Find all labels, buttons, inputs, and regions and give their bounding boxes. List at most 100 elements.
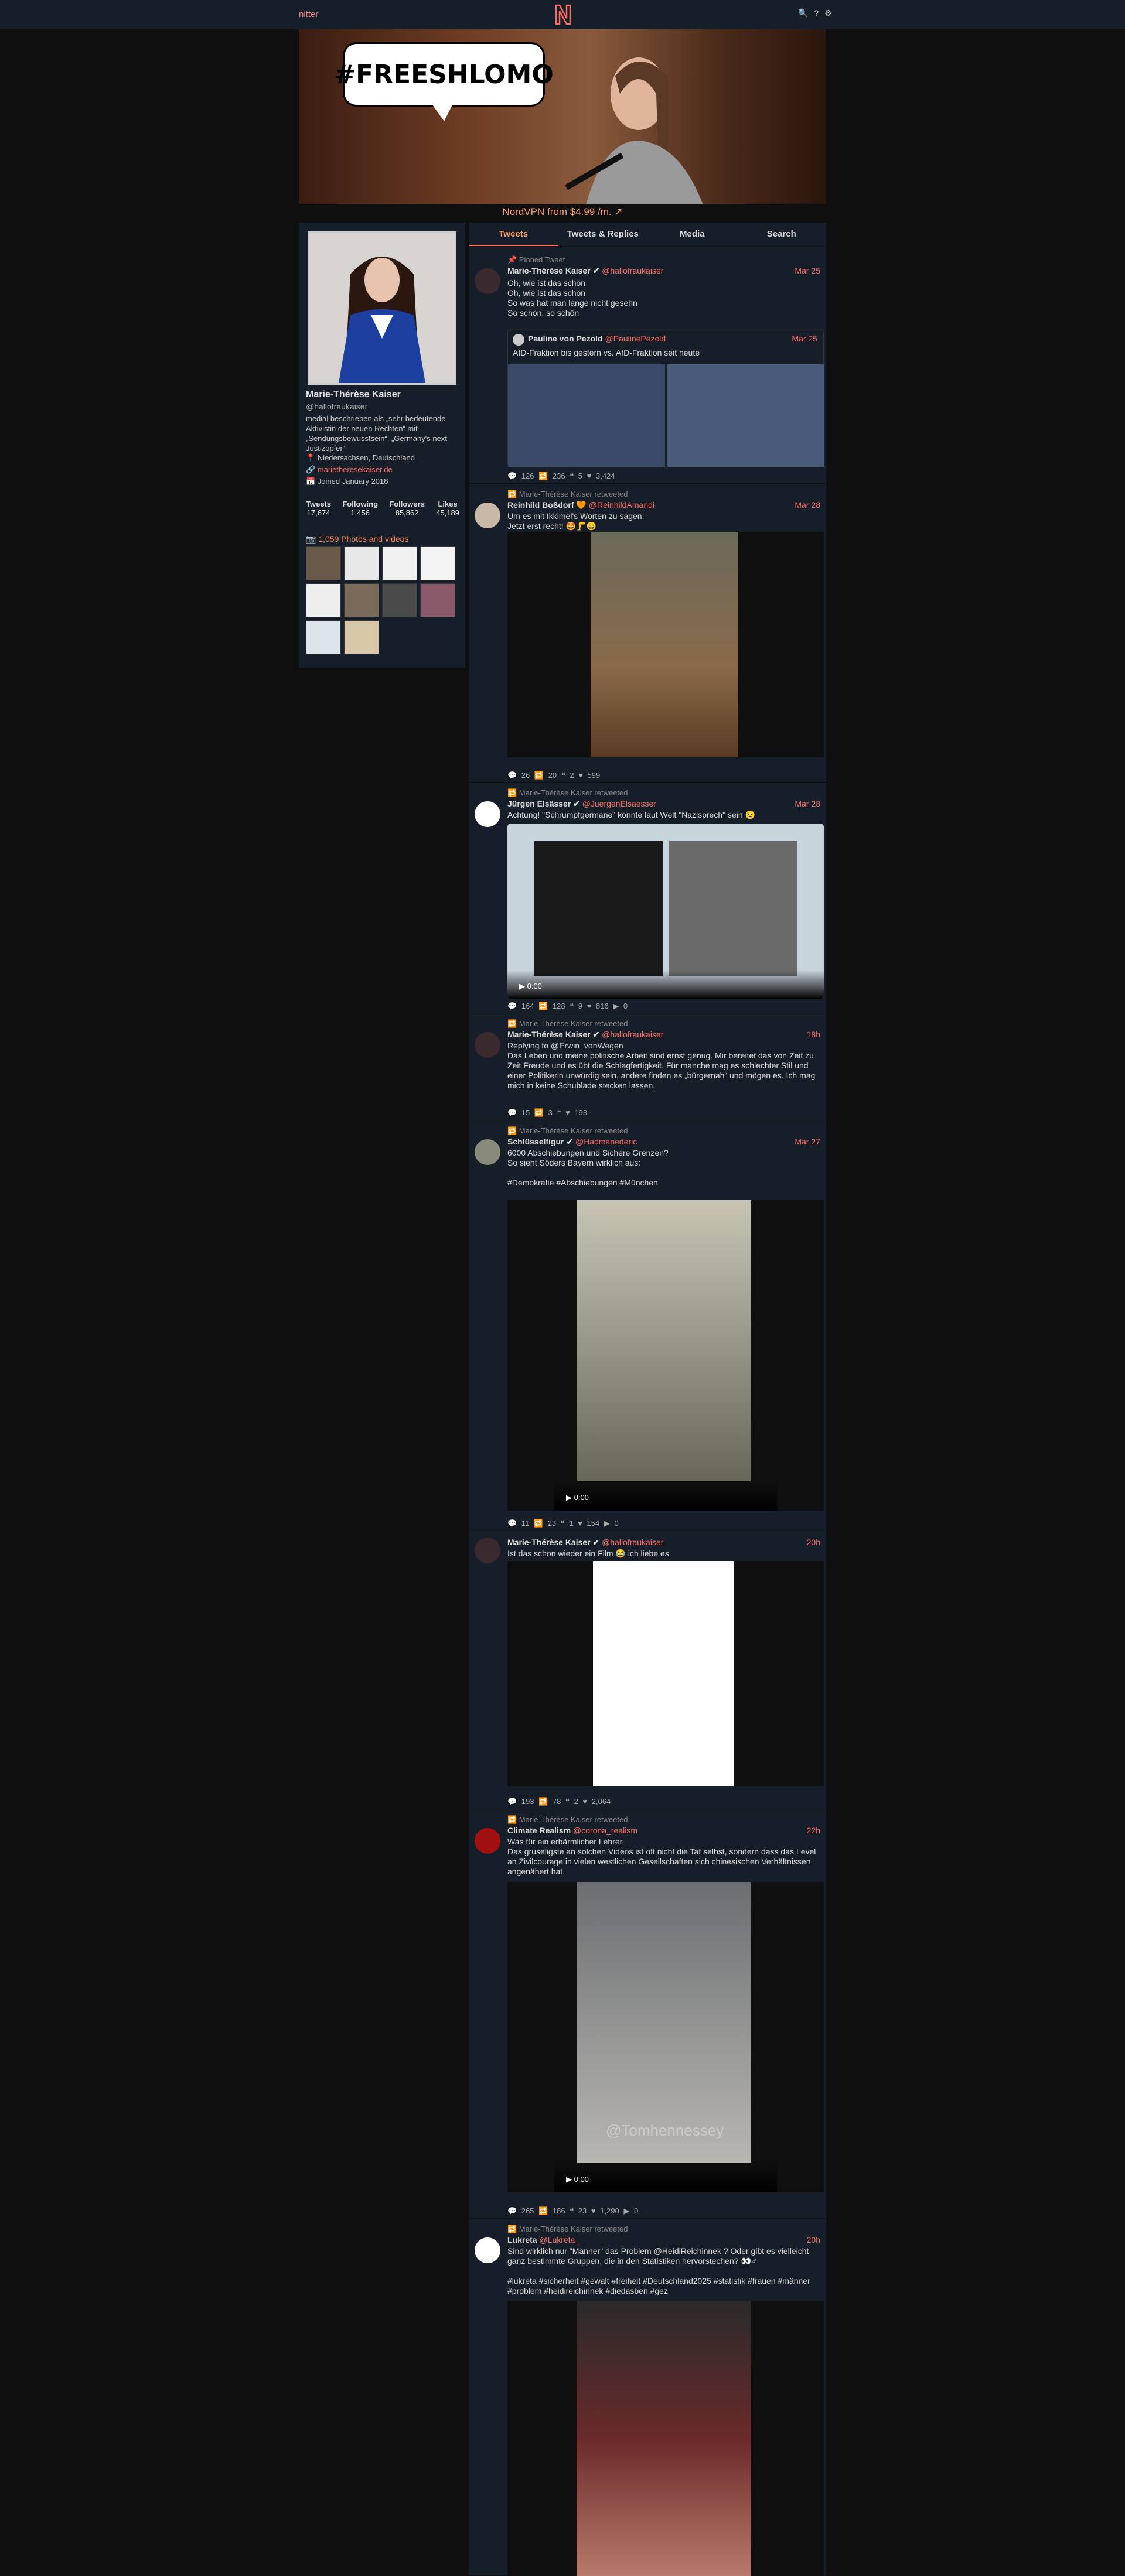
tweet-avatar[interactable] — [475, 268, 500, 294]
video-controls[interactable]: ▶ 0:00 — [554, 1481, 777, 1511]
media-thumbnail[interactable] — [306, 546, 341, 580]
video-frame-left — [534, 841, 663, 976]
tweet-author[interactable]: Marie-Thérèse Kaiser ✔ @hallofraukaiser — [507, 266, 663, 276]
author-handle[interactable]: @corona_realism — [573, 1826, 638, 1835]
author-handle[interactable]: @Lukreta_ — [539, 2235, 579, 2244]
tab-tweets[interactable]: Tweets — [469, 223, 558, 246]
media-thumbnail[interactable] — [382, 583, 417, 617]
tweet-date[interactable]: 18h — [807, 1030, 820, 1039]
author-handle[interactable]: @Hadmanederic — [575, 1137, 637, 1146]
tweet-author[interactable]: Jürgen Elsässer ✔ @JuergenElsaesser — [507, 799, 656, 809]
retweet-label: 🔁 Marie-Thérèse Kaiser retweeted — [507, 788, 628, 797]
tweet-author[interactable]: Climate Realism @corona_realism — [507, 1826, 638, 1835]
tweet-stats[interactable]: 💬 11 🔁 23 ❝ 1 ♥ 154 ▶ 0 — [507, 1519, 619, 1528]
tweet-image[interactable] — [507, 532, 824, 757]
tweet-item[interactable]: 🔁 Marie-Thérèse Kaiser retweeted Climate… — [469, 1809, 826, 2219]
stat-likes[interactable]: Likes 45,189 — [436, 500, 459, 517]
tweet-date[interactable]: Mar 28 — [795, 799, 820, 808]
tweet-item[interactable]: Marie-Thérèse Kaiser ✔ @hallofraukaiser … — [469, 1530, 826, 1809]
quote-image[interactable] — [508, 364, 665, 467]
tweet-body: Um es mit Ikkimel's Worten zu sagen: Jet… — [507, 511, 645, 531]
tweet-stats[interactable]: 💬 126 🔁 236 ❝ 5 ♥ 3,424 — [507, 472, 615, 481]
tweet-stats[interactable]: 💬 26 🔁 20 ❝ 2 ♥ 599 — [507, 771, 600, 780]
nitter-logo-icon[interactable] — [554, 3, 572, 26]
tweet-author[interactable]: Marie-Thérèse Kaiser ✔ @hallofraukaiser — [507, 1538, 663, 1547]
tweet-avatar[interactable] — [475, 1828, 500, 1854]
stat-value: 45,189 — [436, 508, 459, 517]
tweet-stats[interactable]: 💬 15 🔁 3 ❝ ♥ 193 — [507, 1108, 587, 1118]
author-name: Climate Realism — [507, 1826, 571, 1835]
media-thumbnail[interactable] — [344, 620, 379, 654]
media-thumbnail[interactable] — [420, 583, 455, 617]
quoted-tweet[interactable]: Pauline von Pezold @PaulinePezold Mar 25… — [507, 329, 824, 467]
tweet-author[interactable]: Schlüsselfigur ✔ @Hadmanederic — [507, 1137, 637, 1147]
stat-following[interactable]: Following 1,456 — [342, 500, 378, 517]
author-handle[interactable]: @JuergenElsaesser — [582, 799, 656, 808]
tweet-date[interactable]: Mar 27 — [795, 1137, 820, 1146]
tweet-item[interactable]: 📌 Pinned Tweet Marie-Thérèse Kaiser ✔ @h… — [469, 247, 826, 484]
tweet-stats[interactable]: 💬 193 🔁 78 ❝ 2 ♥ 2,064 — [507, 1797, 611, 1806]
nitter-brand-link[interactable]: nitter — [299, 9, 318, 19]
author-handle[interactable]: @hallofraukaiser — [602, 266, 663, 275]
tweet-video[interactable]: ▶ 0:00 — [507, 824, 824, 999]
tweet-date[interactable]: Mar 28 — [795, 500, 820, 510]
tweet-date[interactable]: 20h — [807, 1538, 820, 1547]
author-handle[interactable]: @ReinhildAmandi — [589, 500, 654, 510]
quote-date: Mar 25 — [792, 334, 817, 343]
tweet-video[interactable]: @Tomhennessey ▶ 0:00 — [507, 1882, 824, 2192]
tweet-item[interactable]: 🔁 Marie-Thérèse Kaiser retweeted Reinhil… — [469, 484, 826, 783]
quote-image[interactable] — [667, 364, 824, 467]
tweet-body: Oh, wie ist das schön Oh, wie ist das sc… — [507, 278, 638, 317]
media-gallery-link[interactable]: 📷 1,059 Photos and videos — [306, 534, 408, 544]
tweet-avatar[interactable] — [475, 1538, 500, 1563]
tweet-stats[interactable]: 💬 265 🔁 186 ❝ 23 ♥ 1,290 ▶ 0 — [507, 2206, 638, 2216]
tweet-item[interactable]: 🔁 Marie-Thérèse Kaiser retweeted Jürgen … — [469, 783, 826, 1013]
nav-icons[interactable]: 🔍 ? ⚙ — [798, 8, 834, 18]
profile-website[interactable]: 🔗 marietheresekaiser.de — [306, 464, 415, 476]
tweet-image[interactable] — [507, 1561, 824, 1786]
profile-avatar[interactable] — [308, 231, 456, 385]
tweet-avatar[interactable] — [475, 801, 500, 827]
tweet-body: 6000 Abschiebungen und Sichere Grenzen? … — [507, 1148, 669, 1187]
tweet-item[interactable]: 🔁 Marie-Thérèse Kaiser retweeted Schlüss… — [469, 1120, 826, 1530]
tweet-avatar[interactable] — [475, 1139, 500, 1165]
tweet-author[interactable]: Lukreta @Lukreta_ — [507, 2235, 579, 2244]
media-thumbnail[interactable] — [344, 583, 379, 617]
tweet-date[interactable]: 20h — [807, 2235, 820, 2244]
quote-author[interactable]: Pauline von Pezold @PaulinePezold — [528, 334, 666, 343]
tab-media[interactable]: Media — [647, 223, 737, 246]
video-controls[interactable]: ▶ 0:00 — [554, 2163, 777, 2192]
tweet-author[interactable]: Marie-Thérèse Kaiser ✔ @hallofraukaiser — [507, 1030, 663, 1040]
promo-link[interactable]: NordVPN from $4.99 /m. ↗ — [299, 206, 826, 218]
video-watermark: @Tomhennessey — [606, 2121, 724, 2139]
stat-tweets[interactable]: Tweets 17,674 — [306, 500, 331, 517]
stat-followers[interactable]: Followers 85,862 — [389, 500, 425, 517]
video-controls[interactable]: ▶ 0:00 — [507, 970, 824, 999]
media-thumbnail[interactable] — [344, 546, 379, 580]
media-thumbnails — [306, 546, 461, 654]
tab-tweets-replies[interactable]: Tweets & Replies — [558, 223, 648, 246]
tweet-item[interactable]: 🔁 Marie-Thérèse Kaiser retweeted Lukreta… — [469, 2219, 826, 2576]
tweet-avatar[interactable] — [475, 1032, 500, 1058]
tweet-author[interactable]: Reinhild Boßdorf 🧡 @ReinhildAmandi — [507, 500, 654, 510]
author-name: Marie-Thérèse Kaiser ✔ — [507, 1538, 600, 1547]
profile-banner[interactable]: #FREESHLOMO — [299, 29, 826, 204]
tweet-date[interactable]: Mar 25 — [795, 266, 820, 275]
media-thumbnail[interactable] — [420, 546, 455, 580]
tweet-video[interactable]: ▶ 0:00 — [507, 1200, 824, 1511]
media-thumbnail[interactable] — [382, 546, 417, 580]
profile-name[interactable]: Marie-Thérèse Kaiser — [306, 390, 401, 400]
tweet-avatar[interactable] — [475, 2237, 500, 2263]
tweet-date[interactable]: 22h — [807, 1826, 820, 1835]
media-thumbnail[interactable] — [306, 620, 341, 654]
media-thumbnail[interactable] — [306, 583, 341, 617]
tweet-stats[interactable]: 💬 164 🔁 128 ❝ 9 ♥ 816 ▶ 0 — [507, 1002, 628, 1011]
profile-handle[interactable]: @hallofraukaiser — [306, 402, 367, 411]
tweet-video[interactable] — [507, 2301, 824, 2576]
tweet-item[interactable]: 🔁 Marie-Thérèse Kaiser retweeted Marie-T… — [469, 1013, 826, 1120]
tab-search[interactable]: Search — [737, 223, 827, 246]
tweet-avatar[interactable] — [475, 503, 500, 528]
retweet-label: 🔁 Marie-Thérèse Kaiser retweeted — [507, 1019, 628, 1028]
author-handle[interactable]: @hallofraukaiser — [602, 1538, 663, 1547]
author-handle[interactable]: @hallofraukaiser — [602, 1030, 663, 1039]
